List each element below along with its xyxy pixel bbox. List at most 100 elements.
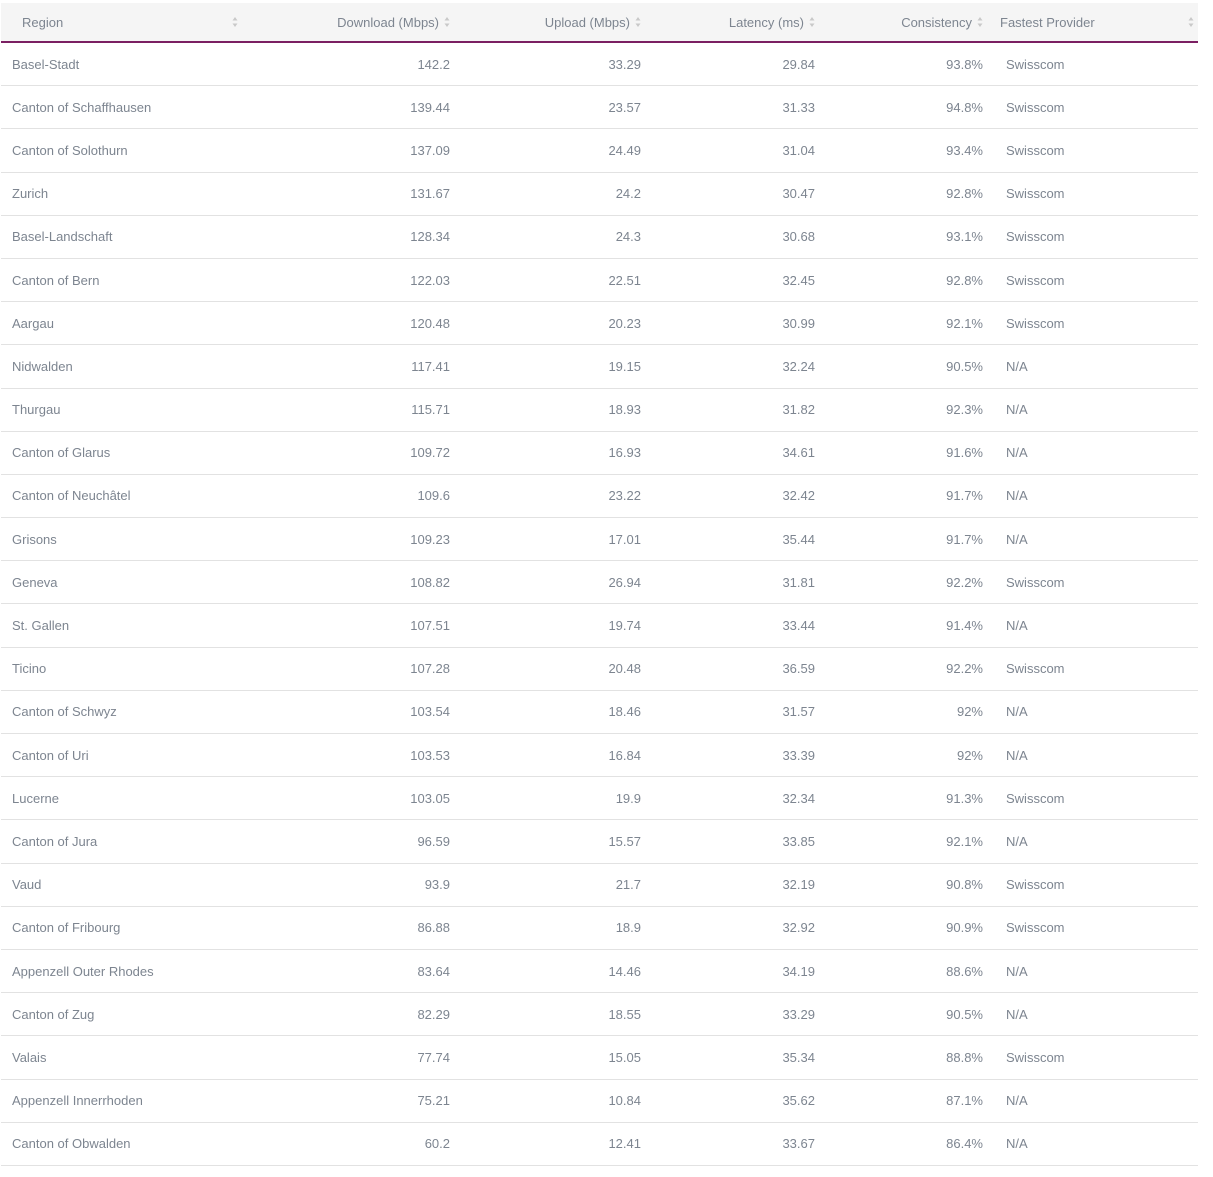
table-row: Basel-Landschaft 128.34 24.3 30.68 93.1% Swis… — [1, 216, 1198, 259]
cell-download: 109.72 — [410, 445, 450, 461]
cell-download: 120.48 — [410, 315, 450, 331]
cell-upload: 15.57 — [608, 833, 641, 849]
cell-upload: 15.05 — [608, 1049, 641, 1065]
cell-download: 75.21 — [417, 1093, 450, 1109]
cell-upload: 17.01 — [608, 531, 641, 547]
column-label-download: Download (Mbps) — [337, 14, 439, 30]
cell-latency: 32.24 — [782, 358, 815, 374]
cell-download: 96.59 — [417, 833, 450, 849]
cell-upload: 24.49 — [608, 142, 641, 158]
cell-upload: 21.7 — [615, 877, 641, 893]
cell-region: Canton of Zug — [12, 1006, 95, 1022]
column-label-consistency: Consistency — [901, 14, 972, 30]
cell-consistency: 87.1% — [946, 1093, 983, 1109]
cell-region: Canton of Solothurn — [12, 142, 128, 158]
cell-upload: 10.84 — [608, 1093, 641, 1109]
cell-upload: 19.74 — [608, 618, 641, 634]
cell-download: 131.67 — [410, 186, 450, 202]
cell-provider: N/A — [1006, 402, 1028, 418]
cell-download: 128.34 — [410, 229, 450, 245]
table-row: Geneva 108.82 26.94 31.81 92.2% Swisscom — [1, 561, 1198, 605]
cell-region: Canton of Bern — [12, 272, 100, 288]
table-row: Vaud 93.9 21.7 32.19 90.8% Swisscom — [1, 864, 1198, 907]
sort-icon[interactable] — [1188, 16, 1194, 28]
cell-upload: 18.46 — [608, 704, 641, 720]
column-header-provider[interactable]: Fastest Provider — [983, 3, 1198, 41]
cell-region: Ticino — [12, 661, 47, 677]
cell-download: 93.9 — [424, 877, 450, 893]
speed-table: Region Download (Mbps) Upload (Mbps) Lat… — [1, 3, 1198, 1166]
cell-latency: 34.19 — [782, 963, 815, 979]
cell-region: Appenzell Outer Rhodes — [12, 963, 154, 979]
cell-latency: 32.45 — [782, 272, 815, 288]
cell-latency: 33.39 — [782, 747, 815, 763]
cell-consistency: 88.8% — [946, 1049, 983, 1065]
column-label-latency: Latency (ms) — [728, 14, 804, 30]
cell-latency: 31.04 — [782, 142, 815, 158]
cell-latency: 33.85 — [782, 833, 815, 849]
cell-download: 83.64 — [417, 963, 450, 979]
table-row: Appenzell Outer Rhodes 83.64 14.46 34.19 88.… — [1, 950, 1198, 994]
cell-consistency: 90.5% — [946, 358, 983, 374]
table-row: Nidwalden 117.41 19.15 32.24 90.5% N/A — [1, 345, 1198, 389]
cell-latency: 30.47 — [782, 186, 815, 202]
column-header-download[interactable]: Download (Mbps) — [243, 3, 450, 41]
table-row: Canton of Bern 122.03 22.51 32.45 92.8% Swiss… — [1, 259, 1198, 303]
cell-provider: Swisscom — [1006, 186, 1065, 202]
cell-provider: N/A — [1006, 1136, 1028, 1152]
cell-latency: 34.61 — [782, 445, 815, 461]
cell-download: 122.03 — [410, 272, 450, 288]
table-row: Canton of Jura 96.59 15.57 33.85 92.1% N/A — [1, 820, 1198, 864]
cell-upload: 14.46 — [608, 963, 641, 979]
cell-consistency: 92.8% — [946, 272, 983, 288]
cell-upload: 16.93 — [608, 445, 641, 461]
cell-latency: 31.81 — [782, 574, 815, 590]
column-header-latency[interactable]: Latency (ms) — [641, 3, 815, 41]
cell-upload: 26.94 — [608, 574, 641, 590]
cell-provider: Swisscom — [1006, 229, 1065, 245]
cell-upload: 18.55 — [608, 1006, 641, 1022]
table-row: Canton of Obwalden 60.2 12.41 33.67 86.4% N/A — [1, 1123, 1198, 1166]
column-header-upload[interactable]: Upload (Mbps) — [450, 3, 641, 41]
cell-provider: Swisscom — [1006, 272, 1065, 288]
cell-latency: 35.62 — [782, 1093, 815, 1109]
column-header-consistency[interactable]: Consistency — [815, 3, 983, 41]
column-header-region[interactable]: Region — [1, 3, 243, 41]
table-row: Basel-Stadt 142.2 33.29 29.84 93.8% Swisscom — [1, 43, 1198, 87]
cell-upload: 24.3 — [615, 229, 641, 245]
cell-region: Lucerne — [12, 790, 59, 806]
cell-consistency: 91.3% — [946, 790, 983, 806]
cell-consistency: 88.6% — [946, 963, 983, 979]
cell-download: 107.28 — [410, 661, 450, 677]
cell-provider: N/A — [1006, 747, 1028, 763]
table-row: St. Gallen 107.51 19.74 33.44 91.4% N/A — [1, 604, 1198, 648]
cell-consistency: 91.4% — [946, 618, 983, 634]
cell-upload: 20.48 — [608, 661, 641, 677]
cell-region: Canton of Obwalden — [12, 1136, 131, 1152]
cell-upload: 18.9 — [615, 920, 641, 936]
cell-download: 103.05 — [410, 790, 450, 806]
cell-upload: 23.57 — [608, 99, 641, 115]
table-row: Canton of Fribourg 86.88 18.9 32.92 90.9% Swi… — [1, 907, 1198, 950]
cell-download: 109.6 — [417, 488, 450, 504]
cell-region: Basel-Landschaft — [12, 229, 113, 245]
sort-icon[interactable] — [232, 16, 238, 28]
cell-latency: 31.82 — [782, 402, 815, 418]
cell-latency: 32.42 — [782, 488, 815, 504]
cell-latency: 32.92 — [782, 920, 815, 936]
cell-consistency: 90.5% — [946, 1006, 983, 1022]
cell-provider: Swisscom — [1006, 315, 1065, 331]
table-row: Lucerne 103.05 19.9 32.34 91.3% Swisscom — [1, 777, 1198, 821]
cell-region: Thurgau — [12, 402, 61, 418]
cell-upload: 19.15 — [608, 358, 641, 374]
cell-region: Canton of Uri — [12, 747, 89, 763]
cell-region: Appenzell Innerrhoden — [12, 1093, 143, 1109]
cell-latency: 35.34 — [782, 1049, 815, 1065]
cell-provider: N/A — [1006, 833, 1028, 849]
table-row: Canton of Uri 103.53 16.84 33.39 92% N/A — [1, 734, 1198, 778]
cell-region: Aargau — [12, 315, 54, 331]
cell-consistency: 92% — [956, 704, 983, 720]
cell-region: Canton of Fribourg — [12, 920, 121, 936]
cell-consistency: 91.7% — [946, 488, 983, 504]
cell-provider: N/A — [1006, 618, 1028, 634]
